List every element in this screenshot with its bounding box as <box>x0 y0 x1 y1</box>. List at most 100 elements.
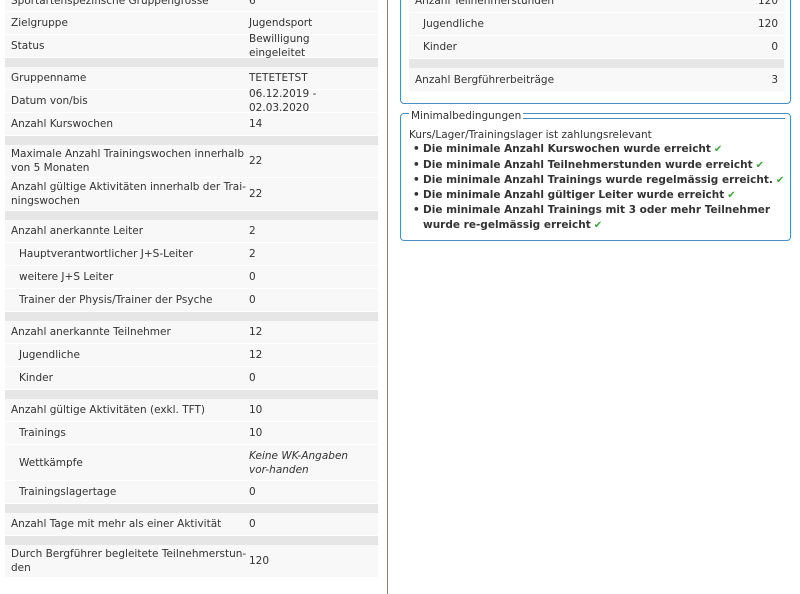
min-condition-text: Die minimale Anzahl Kurswochen wurde err… <box>423 143 711 156</box>
row-label: Anzahl Bergführerbeiträge <box>415 73 555 86</box>
table-row: Anzahl gültige Aktivitäten innerhalb der… <box>5 178 378 211</box>
row-label: weitere J+S Leiter <box>19 271 114 283</box>
min-condition-text: Die minimale Anzahl gültiger Leiter wurd… <box>423 189 725 202</box>
check-icon: ✔ <box>727 190 736 202</box>
min-conditions-content: Kurs/Lager/Trainingslager ist zahlungsre… <box>409 128 785 233</box>
table-row: Hauptverantwortlicher J+S-Leiter 2 <box>5 243 378 266</box>
row-value: 10 <box>249 404 263 416</box>
row-label: Wettkämpfe <box>19 456 83 469</box>
min-condition-item: Die minimale Anzahl Trainings wurde rege… <box>413 173 785 188</box>
row-label: Anzahl anerkannte Leiter <box>11 225 144 237</box>
row-label: Jugendliche <box>19 349 80 361</box>
row-value: Jugendsport <box>249 17 313 29</box>
row-value: 0 <box>771 41 778 53</box>
row-value: 0 <box>249 372 256 384</box>
section-separator <box>5 136 378 145</box>
table-row: Kinder 0 <box>5 367 378 390</box>
min-condition-item: Die minimale Anzahl Trainings mit 3 oder… <box>413 203 785 233</box>
row-label: Anzahl gültige Aktivitäten innerhalb der… <box>11 181 246 207</box>
min-conditions-box: Minimalbedingungen Kurs/Lager/Trainingsl… <box>400 110 791 241</box>
min-condition-item: Die minimale Anzahl Kurswochen wurde err… <box>413 142 785 157</box>
participant-hours-table: Anzahl Teilnehmerstunden 120 Jugendliche 12… <box>409 0 784 92</box>
row-label: Anzahl Teilnehmerstunden <box>415 0 555 7</box>
table-row: Trainings 10 <box>5 422 378 445</box>
row-value: 12 <box>249 349 263 361</box>
section-separator <box>5 504 378 513</box>
min-condition-text: Die minimale Anzahl Teilnehmerstunden wu… <box>423 158 753 171</box>
row-value: Keine WK-Angaben vor-handen <box>249 449 349 476</box>
min-conditions-list: Die minimale Anzahl Kurswochen wurde err… <box>409 142 785 233</box>
row-label: Sportartenspezifische Gruppengrösse <box>11 0 209 7</box>
section-separator <box>5 390 378 399</box>
row-value: 2 <box>249 225 256 237</box>
row-label: Jugendliche <box>423 18 484 30</box>
table-row: Wettkämpfe Keine WK-Angaben vor-handen <box>5 445 378 481</box>
min-condition-item: Die minimale Anzahl Teilnehmerstunden wu… <box>413 158 785 173</box>
row-label: Trainer der Physis/Trainer der Psyche <box>19 294 213 306</box>
row-value: 3 <box>771 73 778 86</box>
table-row: Maximale Anzahl Trainingswochen innerhal… <box>5 145 378 178</box>
table-row: Anzahl Kurswochen 14 <box>5 113 378 136</box>
row-label: Trainings <box>19 427 66 439</box>
check-icon: ✔ <box>593 219 603 231</box>
section-separator <box>5 312 378 321</box>
row-value: 0 <box>249 486 256 498</box>
min-conditions-intro: Kurs/Lager/Trainingslager ist zahlungsre… <box>409 129 652 141</box>
table-row: Kinder 0 <box>409 36 784 59</box>
row-value: 120 <box>757 0 778 7</box>
table-row: Anzahl gültige Aktivitäten (exkl. TFT) 10 <box>5 399 378 422</box>
row-value: TETETETST <box>249 72 308 84</box>
table-row: Jugendliche 120 <box>409 13 784 36</box>
row-value: 120 <box>757 18 778 30</box>
row-label: Hauptverantwortlicher J+S-Leiter <box>19 248 194 260</box>
row-value: 0 <box>249 518 256 530</box>
row-value: 6 <box>249 0 256 7</box>
row-label: Datum von/bis <box>11 95 88 107</box>
table-row: Datum von/bis 06.12.2019 - 02.03.2020 <box>5 88 378 114</box>
row-label: Durch Bergführer begleitete Teilnehmerst… <box>11 548 247 574</box>
min-conditions-title: Minimalbedingungen <box>409 110 524 122</box>
row-label: Anzahl Tage mit mehr als einer Aktivität <box>11 518 222 530</box>
section-separator <box>5 536 378 545</box>
row-value: 12 <box>249 326 263 338</box>
table-row: Jugendliche 12 <box>5 344 378 367</box>
table-row: Trainer der Physis/Trainer der Psyche 0 <box>5 289 378 312</box>
row-value: 0 <box>249 271 256 283</box>
row-label: Status <box>11 40 45 52</box>
row-label: Trainingslagertage <box>19 486 117 498</box>
min-condition-item: Die minimale Anzahl gültiger Leiter wurd… <box>413 188 785 203</box>
row-value: 0 <box>249 294 256 306</box>
check-icon: ✔ <box>755 159 764 171</box>
check-icon: ✔ <box>775 174 785 186</box>
left-panel: Sportartenspezifische Gruppengrösse 6 Ziel… <box>0 0 388 594</box>
table-row: Anzahl Bergführerbeiträge 3 <box>409 68 784 92</box>
table-row: Anzahl anerkannte Teilnehmer 12 <box>5 321 378 344</box>
row-label: Anzahl gültige Aktivitäten (exkl. TFT) <box>11 404 206 416</box>
row-label: Maximale Anzahl Trainingswochen innerhal… <box>11 148 244 174</box>
table-row: Anzahl anerkannte Leiter 2 <box>5 220 378 243</box>
row-value: 22 <box>249 188 263 200</box>
check-icon: ✔ <box>713 144 723 156</box>
section-separator <box>5 211 378 220</box>
min-condition-text: Die minimale Anzahl Trainings wurde rege… <box>423 173 773 186</box>
row-label: Zielgruppe <box>11 17 68 29</box>
row-value: 120 <box>249 555 270 567</box>
row-label: Kinder <box>423 41 457 53</box>
row-value: 06.12.2019 - 02.03.2020 <box>249 88 317 114</box>
row-label: Anzahl Kurswochen <box>11 118 114 130</box>
table-row: Sportartenspezifische Gruppengrösse 6 <box>5 0 378 12</box>
table-row: Status Bewilligung eingeleitet <box>5 33 378 59</box>
row-value: 14 <box>249 118 263 130</box>
group-details-table: Sportartenspezifische Gruppengrösse 6 Ziel… <box>5 0 378 578</box>
row-value: 10 <box>249 427 263 439</box>
row-value: Bewilligung eingeleitet <box>249 33 310 59</box>
table-row: Trainingslagertage 0 <box>5 481 378 504</box>
table-row: Durch Bergführer begleitete Teilnehmerst… <box>5 545 378 578</box>
row-label: Gruppenname <box>11 72 87 84</box>
table-row: Anzahl Tage mit mehr als einer Aktivität… <box>5 513 378 536</box>
table-row: Anzahl Teilnehmerstunden 120 <box>409 0 784 13</box>
row-label: Kinder <box>19 372 53 384</box>
fieldset-divider <box>523 118 785 119</box>
row-label: Anzahl anerkannte Teilnehmer <box>11 326 171 338</box>
participant-hours-panel: Anzahl Teilnehmerstunden 120 Jugendliche 12… <box>400 0 791 104</box>
